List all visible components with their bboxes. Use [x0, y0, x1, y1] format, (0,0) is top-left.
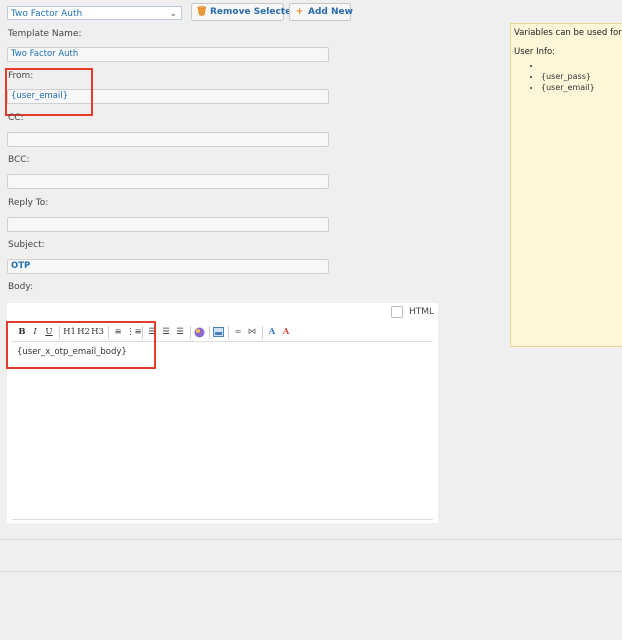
template-select[interactable]: Two Factor Auth ⌄ — [7, 6, 182, 20]
add-new-label: Add New — [308, 7, 353, 17]
color-picker-icon[interactable] — [193, 326, 205, 339]
content-divider — [0, 539, 622, 540]
trash-icon: 🗑 — [196, 7, 208, 17]
align-right-icon[interactable]: ☰ — [174, 326, 186, 339]
remove-selected-label: Remove Selected — [210, 7, 298, 17]
remove-format-icon[interactable]: A — [280, 326, 292, 339]
add-new-button[interactable]: + Add New — [289, 3, 353, 21]
align-center-icon[interactable]: ☰ — [160, 326, 172, 339]
variables-info-title: Variables can be used for u — [514, 28, 622, 38]
bcc-label: BCC: — [8, 155, 30, 165]
unlink-icon[interactable]: ⋈ — [246, 326, 258, 339]
remove-selected-button[interactable]: 🗑 Remove Selected — [191, 3, 298, 21]
cc-input[interactable] — [7, 132, 329, 147]
plus-icon: + — [295, 7, 304, 17]
font-color-icon[interactable]: A — [266, 326, 278, 339]
list-item: {user_email} — [541, 82, 595, 93]
html-checkbox-label: HTML — [409, 307, 435, 317]
template-select-value: Two Factor Auth — [11, 9, 83, 19]
variables-list: {user_pass} {user_email} — [511, 60, 595, 93]
template-name-label: Template Name: — [8, 29, 82, 39]
editor-highlight-box — [6, 321, 156, 369]
list-item — [541, 60, 595, 71]
footer-divider — [0, 571, 622, 572]
cc-label: CC: — [8, 113, 24, 123]
html-checkbox[interactable] — [391, 306, 403, 318]
template-name-input[interactable]: Two Factor Auth — [7, 47, 329, 62]
link-icon[interactable]: ∞ — [232, 326, 244, 339]
bcc-input[interactable] — [7, 174, 329, 189]
chevron-down-icon: ⌄ — [169, 9, 177, 19]
image-icon[interactable] — [212, 326, 224, 339]
variables-info-panel: Variables can be used for u User Info: {… — [510, 23, 622, 347]
reply-to-label: Reply To: — [8, 198, 49, 208]
subject-label: Subject: — [8, 240, 45, 250]
body-label: Body: — [8, 282, 34, 292]
subject-input[interactable]: OTP — [7, 259, 329, 274]
from-highlight-box — [5, 68, 93, 116]
user-info-heading: User Info: — [514, 47, 556, 57]
reply-to-input[interactable] — [7, 217, 329, 232]
list-item: {user_pass} — [541, 71, 595, 82]
